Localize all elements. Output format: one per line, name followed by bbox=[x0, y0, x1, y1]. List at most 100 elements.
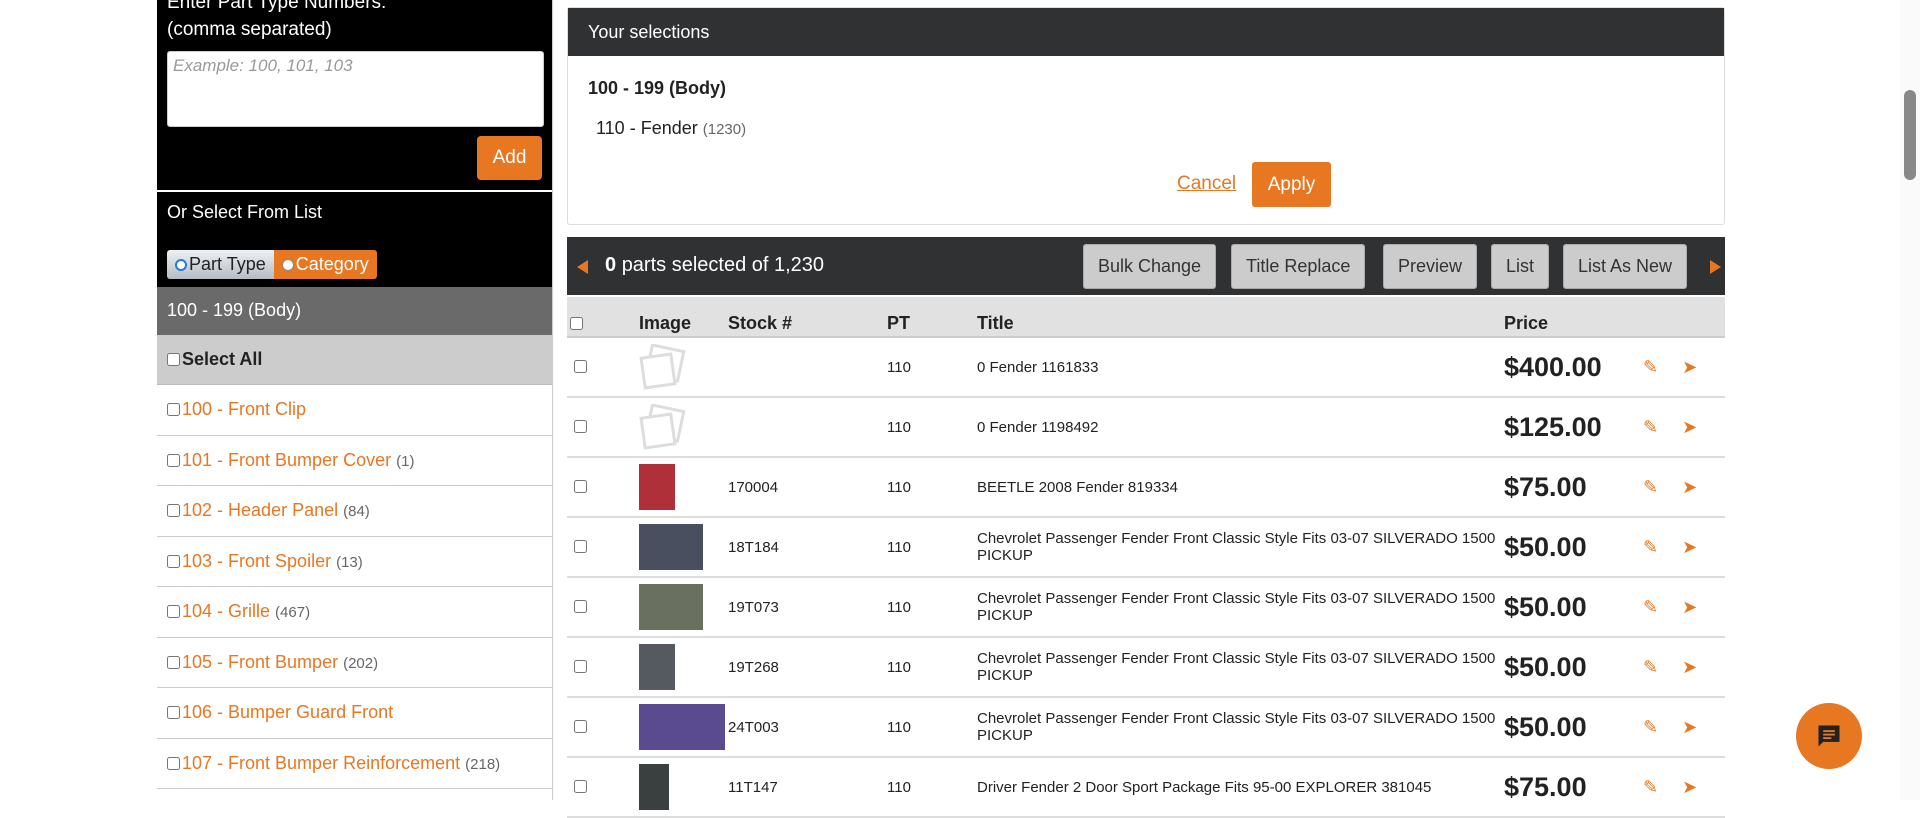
send-icon[interactable]: ➤ bbox=[1682, 477, 1697, 497]
apply-button[interactable]: Apply bbox=[1252, 162, 1331, 207]
scroll-right-icon[interactable] bbox=[1710, 260, 1721, 274]
part-title[interactable]: Chevrolet Passenger Fender Front Classic… bbox=[977, 697, 1504, 758]
category-radio[interactable]: Category bbox=[273, 250, 377, 279]
table-row[interactable]: 110 0 Fender 1161833 $400.00 ✎ ➤ bbox=[567, 337, 1725, 398]
part-title[interactable]: 0 Fender 1198492 bbox=[977, 397, 1504, 458]
chat-button[interactable] bbox=[1796, 703, 1862, 769]
part-title[interactable]: Chevrolet Passenger Fender Front Classic… bbox=[977, 517, 1504, 578]
row-checkbox[interactable] bbox=[574, 599, 587, 613]
table-row[interactable]: 18T184 110 Chevrolet Passenger Fender Fr… bbox=[567, 517, 1725, 578]
title-replace-button[interactable]: Title Replace bbox=[1231, 244, 1366, 289]
part-type-label[interactable]: 106 - Bumper Guard Front bbox=[182, 702, 393, 722]
table-row[interactable]: 19T073 110 Chevrolet Passenger Fender Fr… bbox=[567, 577, 1725, 638]
part-type-label[interactable]: 107 - Front Bumper Reinforcement bbox=[182, 753, 460, 773]
part-type-item[interactable]: 103 - Front Spoiler (13) bbox=[157, 537, 552, 587]
part-type-input[interactable] bbox=[167, 51, 544, 127]
select-all-rows-checkbox[interactable] bbox=[570, 317, 583, 330]
edit-icon[interactable]: ✎ bbox=[1643, 657, 1658, 677]
edit-icon[interactable]: ✎ bbox=[1643, 537, 1658, 557]
part-title[interactable]: Chevrolet Passenger Fender Front Classic… bbox=[977, 577, 1504, 638]
table-row[interactable]: 110 0 Fender 1198492 $125.00 ✎ ➤ bbox=[567, 397, 1725, 458]
row-checkbox[interactable] bbox=[574, 359, 587, 373]
select-all-checkbox[interactable] bbox=[167, 353, 180, 366]
part-type-checkbox[interactable] bbox=[167, 453, 180, 467]
row-checkbox[interactable] bbox=[574, 539, 587, 553]
part-title[interactable]: Chevrolet Passenger Fender Front Classic… bbox=[977, 637, 1504, 698]
row-checkbox[interactable] bbox=[574, 659, 587, 673]
part-type-checkbox[interactable] bbox=[167, 554, 180, 568]
part-type-item[interactable]: 106 - Bumper Guard Front bbox=[157, 688, 552, 739]
part-type-item[interactable]: 107 - Front Bumper Reinforcement (218) bbox=[157, 739, 552, 789]
col-title[interactable]: Title bbox=[977, 297, 1504, 338]
group-header[interactable]: 100 - 199 (Body) bbox=[157, 287, 552, 335]
cancel-link[interactable]: Cancel bbox=[1177, 173, 1236, 195]
send-icon[interactable]: ➤ bbox=[1682, 657, 1697, 677]
col-stock[interactable]: Stock # bbox=[728, 297, 887, 338]
part-type-item[interactable]: 102 - Header Panel (84) bbox=[157, 486, 552, 537]
part-type-radio[interactable]: Part Type bbox=[167, 250, 274, 279]
edit-icon[interactable]: ✎ bbox=[1643, 597, 1658, 617]
part-thumbnail[interactable] bbox=[639, 764, 669, 810]
part-type-item[interactable]: 100 - Front Clip bbox=[157, 385, 552, 436]
send-icon[interactable]: ➤ bbox=[1682, 417, 1697, 437]
preview-button[interactable]: Preview bbox=[1383, 244, 1478, 289]
category-label: Category bbox=[295, 254, 369, 274]
list-as-new-button[interactable]: List As New bbox=[1563, 244, 1688, 289]
send-icon[interactable]: ➤ bbox=[1682, 357, 1697, 377]
part-thumbnail[interactable] bbox=[639, 644, 675, 690]
part-type-label[interactable]: 101 - Front Bumper Cover bbox=[182, 450, 391, 470]
row-checkbox[interactable] bbox=[574, 419, 587, 433]
stock-number: 170004 bbox=[728, 457, 887, 518]
table-row[interactable]: 11T147 110 Driver Fender 2 Door Sport Pa… bbox=[567, 757, 1725, 818]
add-button[interactable]: Add bbox=[477, 136, 542, 180]
col-price[interactable]: Price bbox=[1504, 297, 1629, 338]
part-title[interactable]: BEETLE 2008 Fender 819334 bbox=[977, 457, 1504, 518]
part-type-label[interactable]: 105 - Front Bumper bbox=[182, 652, 338, 672]
part-type-checkbox[interactable] bbox=[167, 655, 180, 669]
part-type-item[interactable]: 104 - Grille (467) bbox=[157, 587, 552, 638]
edit-icon[interactable]: ✎ bbox=[1643, 417, 1658, 437]
col-image[interactable]: Image bbox=[639, 297, 728, 338]
edit-icon[interactable]: ✎ bbox=[1643, 777, 1658, 797]
part-type-label[interactable]: 102 - Header Panel bbox=[182, 500, 338, 520]
send-icon[interactable]: ➤ bbox=[1682, 537, 1697, 557]
row-checkbox[interactable] bbox=[574, 779, 587, 793]
send-icon[interactable]: ➤ bbox=[1682, 717, 1697, 737]
part-title[interactable]: 0 Fender 1161833 bbox=[977, 337, 1504, 398]
part-type-checkbox[interactable] bbox=[167, 706, 180, 719]
table-row[interactable]: 19T268 110 Chevrolet Passenger Fender Fr… bbox=[567, 637, 1725, 698]
part-thumbnail[interactable] bbox=[639, 524, 703, 570]
scrollbar[interactable] bbox=[1900, 0, 1920, 800]
send-icon[interactable]: ➤ bbox=[1682, 597, 1697, 617]
part-thumbnail[interactable] bbox=[639, 704, 725, 750]
col-pt[interactable]: PT bbox=[887, 297, 977, 338]
edit-icon[interactable]: ✎ bbox=[1643, 717, 1658, 737]
table-row[interactable]: 24T003 110 Chevrolet Passenger Fender Fr… bbox=[567, 697, 1725, 758]
part-type-checkbox[interactable] bbox=[167, 403, 180, 416]
part-type-checkbox[interactable] bbox=[167, 605, 180, 618]
bulk-change-button[interactable]: Bulk Change bbox=[1083, 244, 1217, 289]
edit-icon[interactable]: ✎ bbox=[1643, 357, 1658, 377]
send-icon[interactable]: ➤ bbox=[1682, 777, 1697, 797]
part-thumbnail[interactable] bbox=[639, 464, 675, 510]
part-type-checkbox[interactable] bbox=[167, 504, 180, 517]
list-button[interactable]: List bbox=[1491, 244, 1550, 289]
part-type-label[interactable]: 104 - Grille bbox=[182, 601, 270, 621]
part-type: 110 bbox=[887, 637, 977, 698]
part-type-label[interactable]: 100 - Front Clip bbox=[182, 399, 306, 419]
part-type-item[interactable]: 105 - Front Bumper (202) bbox=[157, 638, 552, 688]
stock-number: 24T003 bbox=[728, 697, 887, 758]
row-checkbox[interactable] bbox=[574, 479, 587, 493]
select-all[interactable]: Select All bbox=[157, 335, 552, 385]
part-thumbnail[interactable] bbox=[639, 584, 703, 630]
part-type-checkbox[interactable] bbox=[167, 756, 180, 770]
part-title[interactable]: Driver Fender 2 Door Sport Package Fits … bbox=[977, 757, 1504, 818]
scrollbar-thumb[interactable] bbox=[1904, 90, 1916, 180]
part-type-item[interactable]: 101 - Front Bumper Cover (1) bbox=[157, 436, 552, 486]
scroll-left-icon[interactable] bbox=[577, 260, 588, 274]
part-type-label[interactable]: 103 - Front Spoiler bbox=[182, 551, 331, 571]
edit-icon[interactable]: ✎ bbox=[1643, 477, 1658, 497]
row-checkbox[interactable] bbox=[574, 719, 587, 733]
table-row[interactable]: 170004 110 BEETLE 2008 Fender 819334 $75… bbox=[567, 457, 1725, 518]
select-all-label: Select All bbox=[182, 349, 263, 369]
